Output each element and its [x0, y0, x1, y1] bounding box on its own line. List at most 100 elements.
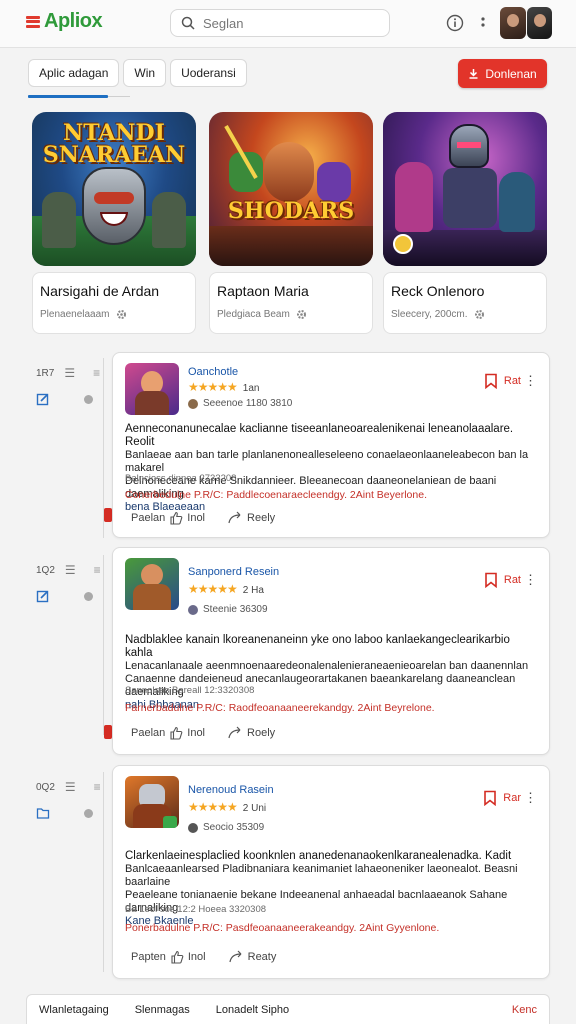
status-dot: [84, 394, 93, 404]
list-icon[interactable]: ≡: [94, 780, 101, 794]
footer-link[interactable]: Kenc: [512, 1004, 537, 1016]
rating-text: 2 Uni: [242, 803, 267, 814]
badge-icon: [188, 822, 198, 833]
bookmark-button[interactable]: Rat: [484, 572, 521, 588]
thumbs-up-icon: [171, 950, 184, 964]
user-avatars[interactable]: [500, 7, 552, 39]
app-logo[interactable]: Apliox: [26, 10, 103, 33]
bookmark-button[interactable]: Rat: [484, 373, 521, 389]
featured-info: Narsigahi de Ardan Plenaenelaaam: [32, 272, 196, 334]
folder-icon[interactable]: [36, 806, 50, 820]
menu-icon: [26, 14, 40, 30]
featured-name: Reck Onlenoro: [391, 283, 485, 299]
review-rail: 1R7 ☰ ≡: [26, 358, 112, 538]
featured-meta-text: Pledgiaca Beam: [217, 309, 290, 320]
like-button[interactable]: Paelan Inol: [131, 726, 205, 740]
avatar[interactable]: [500, 7, 526, 39]
app-icon[interactable]: [125, 363, 179, 415]
featured-card[interactable]: Reck Onlenoro Sleecery, 200cm.: [383, 112, 547, 334]
review-rail: 1Q2 ☰ ≡: [26, 555, 112, 739]
reply-button[interactable]: Reaty: [228, 950, 277, 964]
featured-game-art: [383, 112, 547, 266]
review-meta: Seeenoe 1180 3810: [188, 398, 292, 409]
active-tab-indicator: [28, 95, 108, 98]
more-options-icon[interactable]: ⋮: [524, 572, 537, 588]
review-warning: Ponerbadulne P.R/C: Pasdfeoanaaneerakean…: [125, 922, 440, 934]
footer-item[interactable]: Wlanletagaing: [39, 1004, 109, 1016]
star-rating: ★★★★★ 1an: [188, 380, 259, 394]
like-button[interactable]: Paelan Inol: [131, 511, 205, 525]
tab-win[interactable]: Win: [123, 59, 167, 87]
reply-label: Reaty: [247, 951, 277, 963]
featured-name: Raptaon Maria: [217, 283, 309, 299]
like-label: Papten: [131, 951, 166, 963]
edit-icon[interactable]: [36, 589, 50, 603]
bookmark-label: Rat: [503, 375, 521, 387]
search-bar[interactable]: [170, 9, 390, 37]
download-icon: [469, 69, 478, 79]
search-icon: [181, 16, 195, 30]
body-line: Lenacanlanaale aeenmnoenaaredeonalenalen…: [125, 660, 529, 672]
star-rating: ★★★★★ 2 Uni: [188, 800, 266, 814]
bookmark-icon: [485, 373, 497, 389]
thumbs-up-icon: [170, 511, 183, 525]
body-line: Banlcaeaanlearsed Pladibnaniara keaniman…: [125, 863, 518, 888]
footer-item[interactable]: Slenmagas: [135, 1004, 190, 1016]
like-count: Inol: [187, 951, 206, 963]
footer-bar: Wlanletagaing Slenmagas Lonadelt Sipho K…: [26, 994, 550, 1024]
app-header: Apliox: [0, 0, 576, 48]
reply-icon: [229, 950, 242, 963]
badge-icon: [188, 398, 198, 409]
meta-text: Steenie 36309: [203, 604, 268, 615]
list-icon[interactable]: ☰: [65, 563, 76, 577]
review-date: Ba Leol sos 12:2 Hoeea 3320308: [125, 904, 267, 915]
reply-button[interactable]: Reely: [227, 511, 275, 525]
review-body: Nadblaklee kanain lkoreanenaneinn yke on…: [125, 634, 539, 712]
featured-card[interactable]: NTANDI SNARAEAN Narsigahi de Ardan Plena…: [32, 112, 196, 334]
like-button[interactable]: Papten Inol: [131, 950, 206, 964]
stars: ★★★★★: [188, 380, 238, 394]
search-input[interactable]: [203, 15, 373, 31]
stars: ★★★★★: [188, 800, 238, 814]
thumbs-up-icon: [170, 726, 183, 740]
featured-info: Reck Onlenoro Sleecery, 200cm.: [383, 272, 547, 334]
app-name[interactable]: Oanchotle: [188, 366, 238, 378]
list-icon[interactable]: ≡: [94, 563, 101, 577]
avatar[interactable]: [526, 7, 552, 39]
more-options-icon[interactable]: ⋮: [524, 790, 537, 806]
edit-icon[interactable]: [36, 392, 50, 406]
featured-meta: Pledgiaca Beam: [217, 309, 307, 320]
body-line: Aenneconanunecalae kaclianne tiseeanlane…: [125, 423, 514, 448]
featured-meta-text: Sleecery, 200cm.: [391, 309, 468, 320]
review-meta: Steenie 36309: [188, 604, 268, 615]
review-rail: 0Q2 ☰ ≡: [26, 772, 104, 972]
list-icon[interactable]: ☰: [65, 780, 76, 794]
bookmark-icon: [485, 572, 497, 588]
reply-button[interactable]: Roely: [227, 726, 275, 740]
review-card: Oanchotle ★★★★★ 1an Seeenoe 1180 3810 Rat…: [112, 352, 550, 538]
tab-uoderansi[interactable]: Uoderansi: [170, 59, 247, 87]
app-name[interactable]: Nerenoud Rasein: [188, 784, 274, 796]
footer-item[interactable]: Lonadelt Sipho: [216, 1004, 289, 1016]
list-icon[interactable]: ☰: [64, 366, 75, 380]
kebab-icon[interactable]: [474, 14, 492, 32]
meta-text: Seocio 35309: [203, 822, 265, 833]
download-button[interactable]: Donlenan: [458, 59, 547, 88]
featured-card[interactable]: SHODARS Raptaon Maria Pledgiaca Beam: [209, 112, 373, 334]
list-icon[interactable]: ≡: [93, 366, 100, 380]
bookmark-button[interactable]: Rar: [483, 790, 521, 806]
app-icon[interactable]: [125, 558, 179, 610]
info-icon[interactable]: [446, 14, 464, 32]
rail-number: 1Q2: [36, 564, 55, 576]
meta-text: Seeenoe 1180 3810: [203, 398, 293, 409]
more-options-icon[interactable]: ⋮: [524, 373, 537, 389]
app-name[interactable]: Sanponerd Resein: [188, 566, 279, 578]
reply-icon: [228, 726, 241, 739]
review-date: Sannolsas Bareall 12:3320308: [125, 685, 255, 696]
badge-icon: [188, 604, 198, 615]
app-icon[interactable]: [125, 776, 179, 828]
rating-text: 1an: [242, 383, 260, 394]
gear-icon: [474, 310, 484, 319]
reply-label: Reely: [247, 512, 276, 524]
tab-applications[interactable]: Aplic adagan: [28, 59, 120, 87]
